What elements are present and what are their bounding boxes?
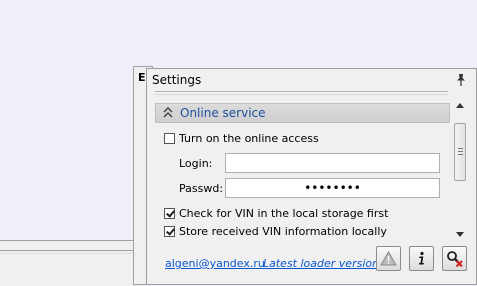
info-button[interactable] xyxy=(409,246,434,271)
online-access-label: Turn on the online access xyxy=(179,132,319,145)
settings-title-bar: Settings xyxy=(147,69,476,91)
collapse-chevron-icon[interactable] xyxy=(163,107,173,119)
check-vin-label: Check for VIN in the local storage first xyxy=(179,207,389,220)
check-vin-checkbox[interactable] xyxy=(164,208,175,219)
vertical-scrollbar[interactable] xyxy=(453,100,468,240)
password-field[interactable]: •••••••• xyxy=(225,178,440,198)
footer: algeni@yandex.ru Latest loader version xyxy=(147,244,476,284)
store-vin-checkbox[interactable] xyxy=(164,226,175,237)
group-label: Online service xyxy=(180,106,266,120)
warning-button[interactable] xyxy=(376,246,401,271)
title-separator-light xyxy=(155,94,448,95)
login-label: Login: xyxy=(179,157,213,170)
background-divider-light xyxy=(0,253,140,254)
title-separator xyxy=(155,91,448,92)
scroll-thumb[interactable] xyxy=(454,123,466,181)
warning-icon xyxy=(380,250,397,266)
grip-line xyxy=(458,148,463,149)
info-icon xyxy=(419,251,424,265)
latest-loader-link[interactable]: Latest loader version xyxy=(263,257,379,270)
email-link[interactable]: algeni@yandex.ru xyxy=(165,257,265,270)
settings-title: Settings xyxy=(152,73,202,87)
store-vin-label: Store received VIN information locally xyxy=(179,225,387,238)
scroll-down-arrow-icon[interactable] xyxy=(456,232,464,237)
background-divider xyxy=(0,250,140,251)
grip-line xyxy=(458,154,463,155)
background-panel xyxy=(0,240,140,286)
pin-icon[interactable] xyxy=(454,73,468,87)
passwd-label: Passwd: xyxy=(179,182,224,195)
online-access-checkbox[interactable] xyxy=(164,133,175,144)
settings-panel: Settings Online service Turn on the onli… xyxy=(146,68,477,285)
search-remove-icon xyxy=(447,251,463,267)
background-window-title: E xyxy=(138,71,146,84)
grip-line xyxy=(458,151,463,152)
settings-scroll-area: Online service Turn on the online access… xyxy=(155,100,452,240)
scroll-up-arrow-icon[interactable] xyxy=(456,103,464,108)
group-header-online-service[interactable]: Online service xyxy=(155,103,450,123)
search-remove-button[interactable] xyxy=(442,246,467,271)
login-field[interactable] xyxy=(225,153,440,173)
password-value: •••••••• xyxy=(304,181,361,195)
